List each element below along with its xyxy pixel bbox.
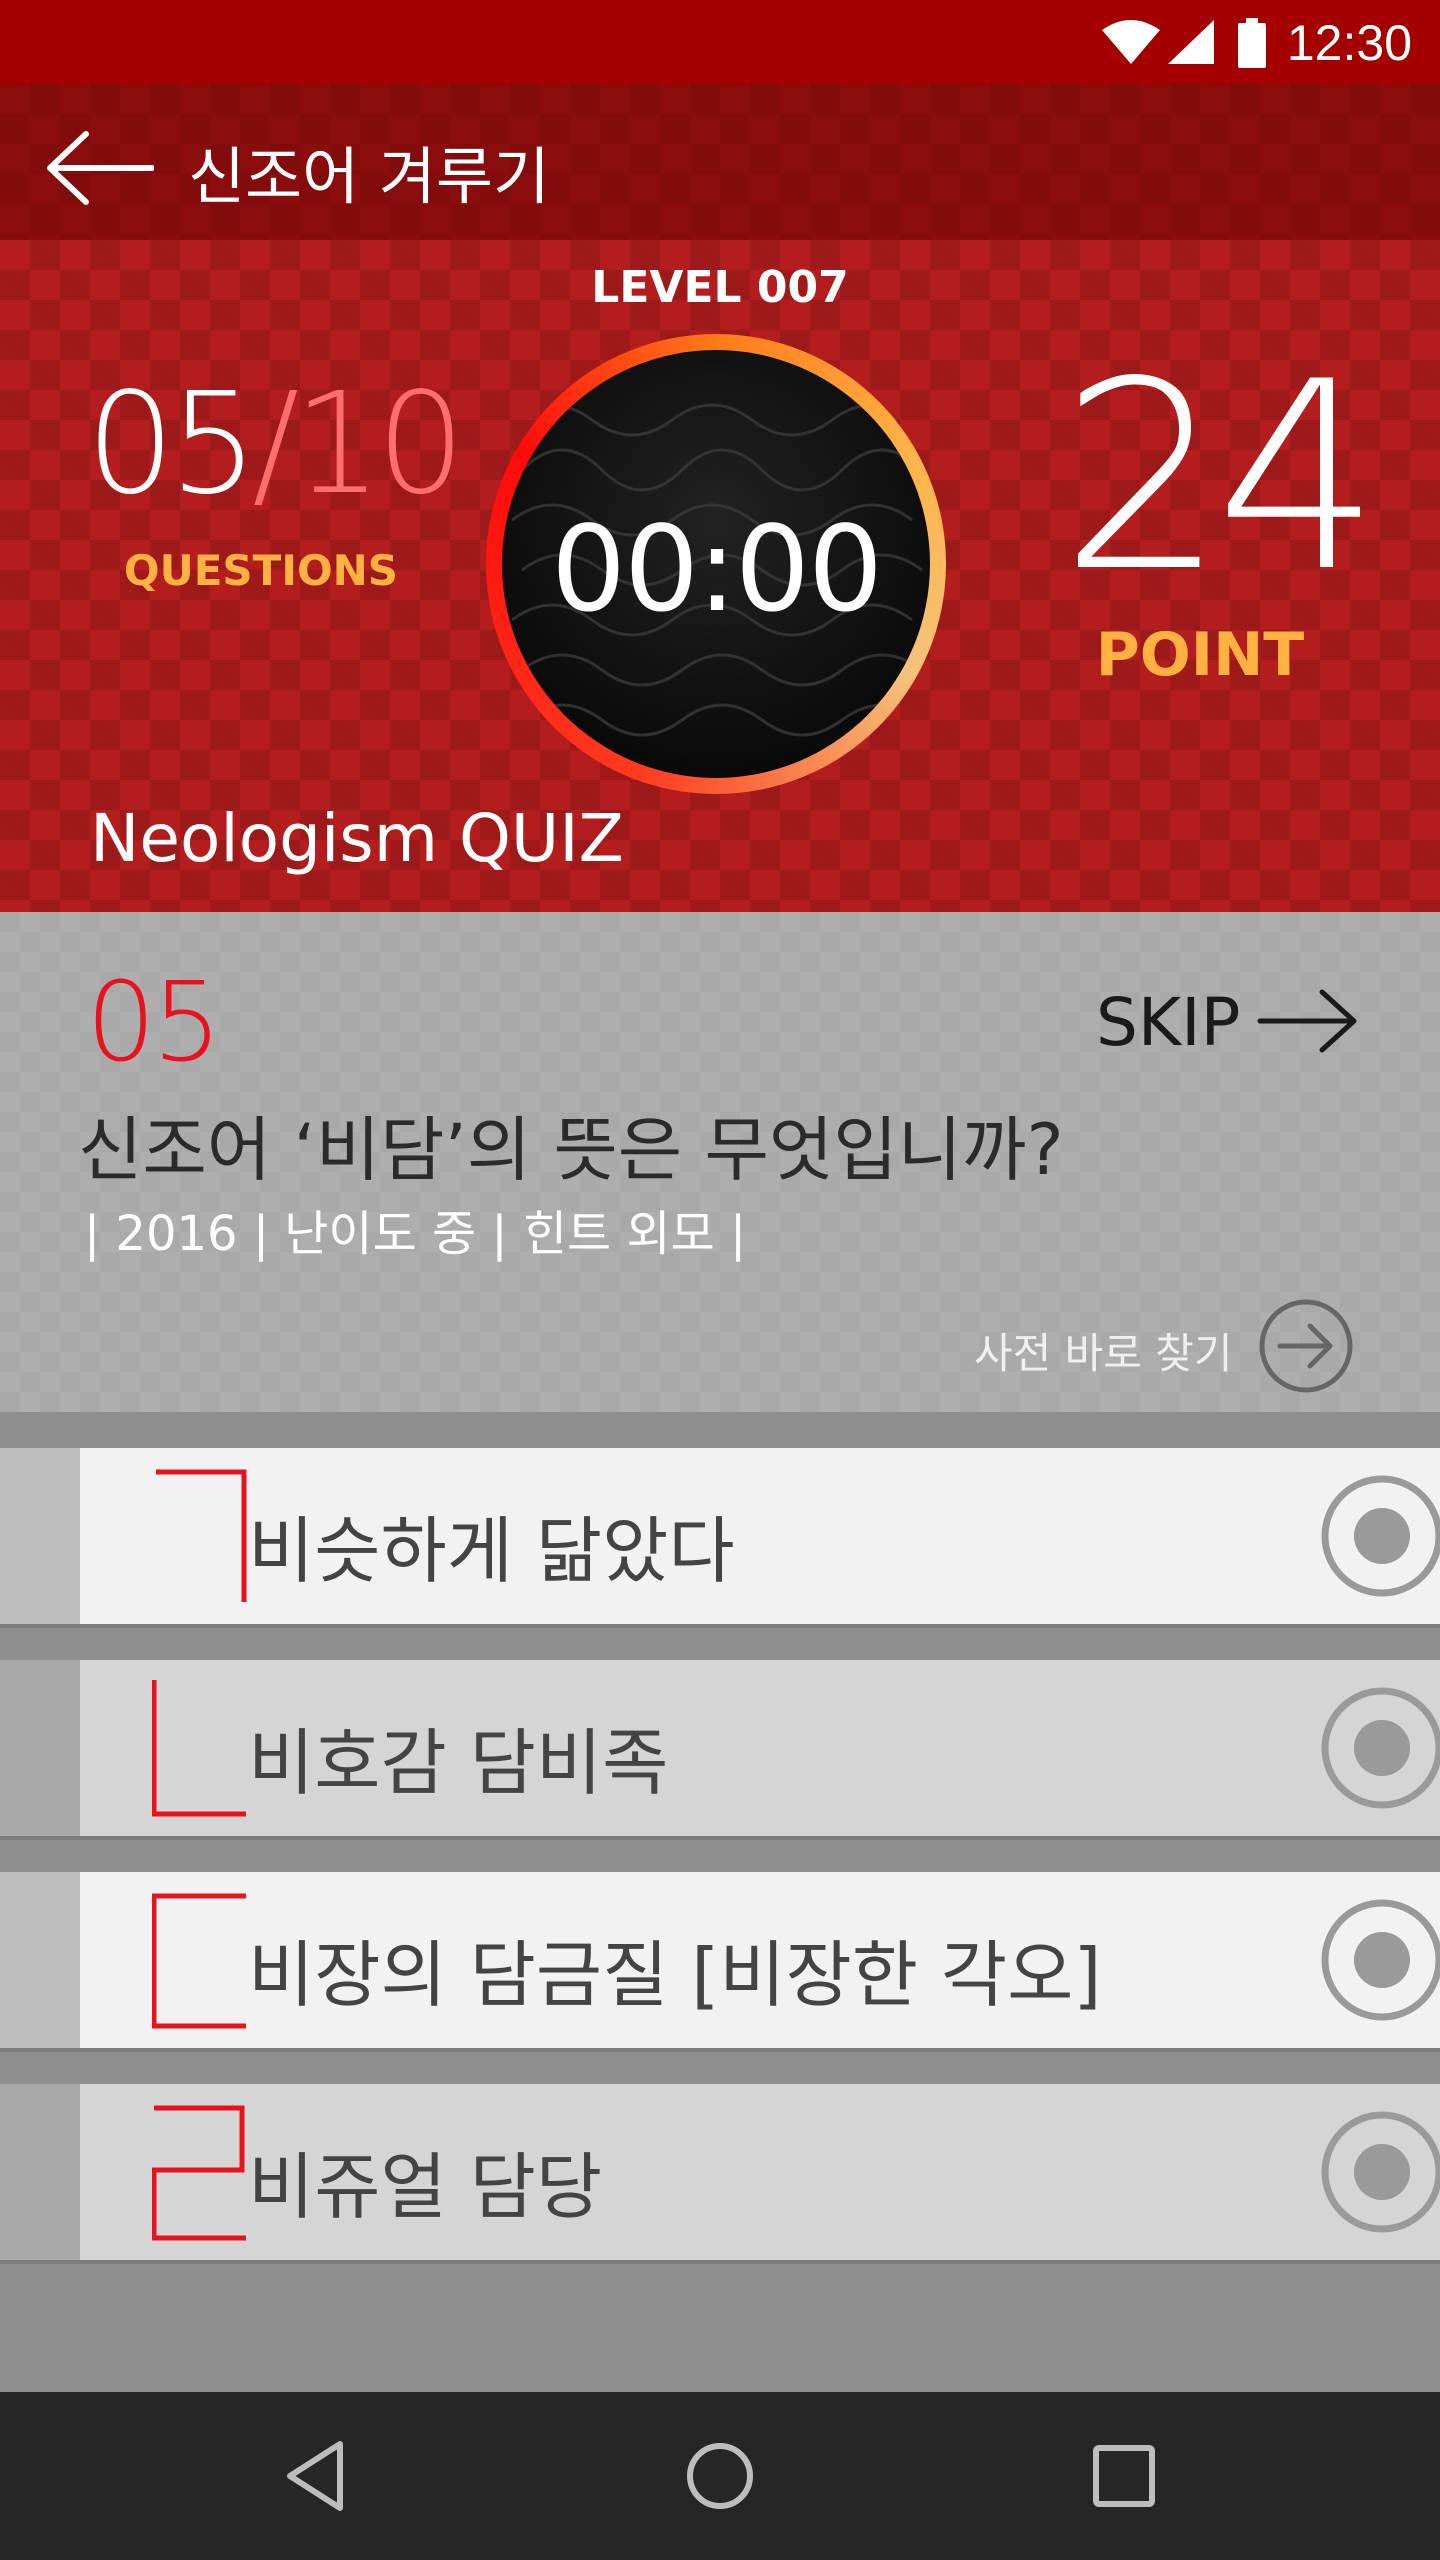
- quiz-header: LEVEL 007 05/10 QUESTIONS 00:00 24 POINT…: [0, 240, 1440, 912]
- letter-nieun-icon: [152, 1680, 246, 1817]
- wifi-icon: [1102, 20, 1160, 64]
- back-triangle-icon[interactable]: [266, 2426, 366, 2526]
- option-body: 비장의 담금질 [비장한 각오]: [80, 1872, 1440, 2048]
- radio-button-icon[interactable]: [1320, 1686, 1440, 1810]
- option-stripe: [0, 1660, 80, 1836]
- timer-face: 00:00: [502, 350, 930, 778]
- option-stripe: [0, 2084, 80, 2260]
- level-label: LEVEL 007: [591, 262, 849, 313]
- question-current: 05: [86, 363, 258, 526]
- answer-option-4[interactable]: 비쥬얼 담당: [0, 2084, 1440, 2264]
- timer-value: 00:00: [550, 500, 883, 638]
- recents-square-icon[interactable]: [1074, 2426, 1174, 2526]
- status-time: 12:30: [1286, 15, 1412, 71]
- letter-rieul-icon: [152, 2105, 246, 2241]
- questions-label: QUESTIONS: [123, 546, 399, 595]
- points-value: 24: [1060, 327, 1381, 629]
- letter-digeut-icon: [152, 1893, 246, 2029]
- points-label: POINT: [1095, 620, 1305, 690]
- signal-icon: [1168, 20, 1214, 64]
- circle-arrow-right-icon: [1259, 1299, 1353, 1393]
- dictionary-link-label: 사전 바로 찾기: [974, 1329, 1233, 1378]
- question-counter: 05/10: [86, 370, 465, 520]
- letter-giyeok-icon: [156, 1469, 247, 1602]
- question-slash: /: [252, 363, 299, 526]
- option-label: 비호감 담비족: [248, 1721, 669, 1805]
- system-nav-bar: [0, 2392, 1440, 2560]
- radio-button-icon[interactable]: [1320, 1474, 1440, 1598]
- question-text: 신조어 ‘비담’의 뜻은 무엇입니까?: [78, 1109, 1064, 1191]
- option-body: 비쥬얼 담당: [80, 2084, 1440, 2260]
- arrow-right-icon: [1257, 989, 1357, 1053]
- app-bar: 신조어 겨루기: [0, 84, 1440, 240]
- option-stripe: [0, 1872, 80, 2048]
- back-button[interactable]: [44, 128, 164, 208]
- answer-option-3[interactable]: 비장의 담금질 [비장한 각오]: [0, 1872, 1440, 2052]
- app-title: 신조어 겨루기: [188, 140, 550, 213]
- question-total: 10: [293, 363, 465, 526]
- radio-button-icon[interactable]: [1320, 2110, 1440, 2234]
- timer: 00:00: [486, 334, 946, 794]
- option-body: 비슷하게 닮았다: [80, 1448, 1440, 1624]
- radio-button-icon[interactable]: [1320, 1898, 1440, 2022]
- question-meta: | 2016 | 난이도 중 | 힌트 외모 |: [84, 1206, 747, 1262]
- home-circle-icon[interactable]: [670, 2426, 770, 2526]
- option-body: 비호감 담비족: [80, 1660, 1440, 1836]
- answer-option-1[interactable]: 비슷하게 닮았다: [0, 1448, 1440, 1628]
- dictionary-link[interactable]: 사전 바로 찾기: [974, 1290, 1364, 1400]
- skip-label: SKIP: [1096, 984, 1241, 1061]
- option-stripe: [0, 1448, 80, 1624]
- option-label: 비장의 담금질 [비장한 각오]: [248, 1933, 1102, 2017]
- answer-option-2[interactable]: 비호감 담비족: [0, 1660, 1440, 1840]
- question-number: 05: [86, 958, 222, 1086]
- battery-icon: [1238, 18, 1266, 68]
- option-label: 비슷하게 닮았다: [248, 1509, 735, 1593]
- arrow-left-icon: [47, 131, 155, 205]
- status-bar: 12:30: [0, 0, 1440, 84]
- question-panel: 05 SKIP 신조어 ‘비담’의 뜻은 무엇입니까? | 2016 | 난이도…: [0, 912, 1440, 1412]
- quiz-name: Neologism QUIZ: [90, 800, 624, 877]
- skip-button[interactable]: SKIP: [1096, 972, 1366, 1062]
- option-label: 비쥬얼 담당: [248, 2145, 603, 2229]
